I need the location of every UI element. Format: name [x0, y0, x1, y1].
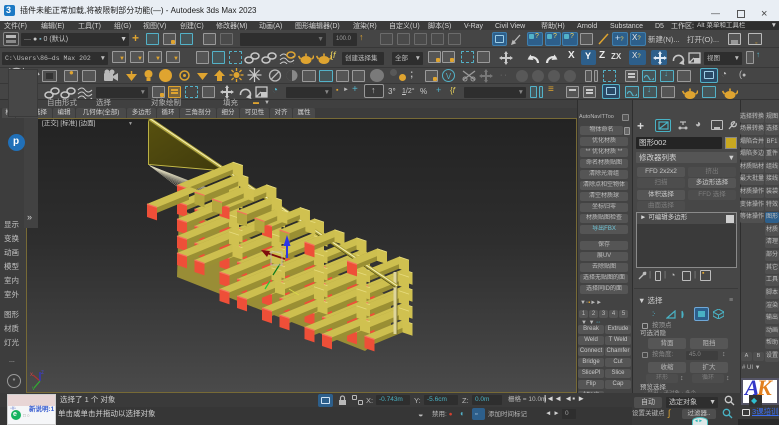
svg-text:y: y [32, 386, 35, 390]
svg-text:z: z [41, 370, 44, 376]
svg-text:x: x [30, 372, 33, 378]
